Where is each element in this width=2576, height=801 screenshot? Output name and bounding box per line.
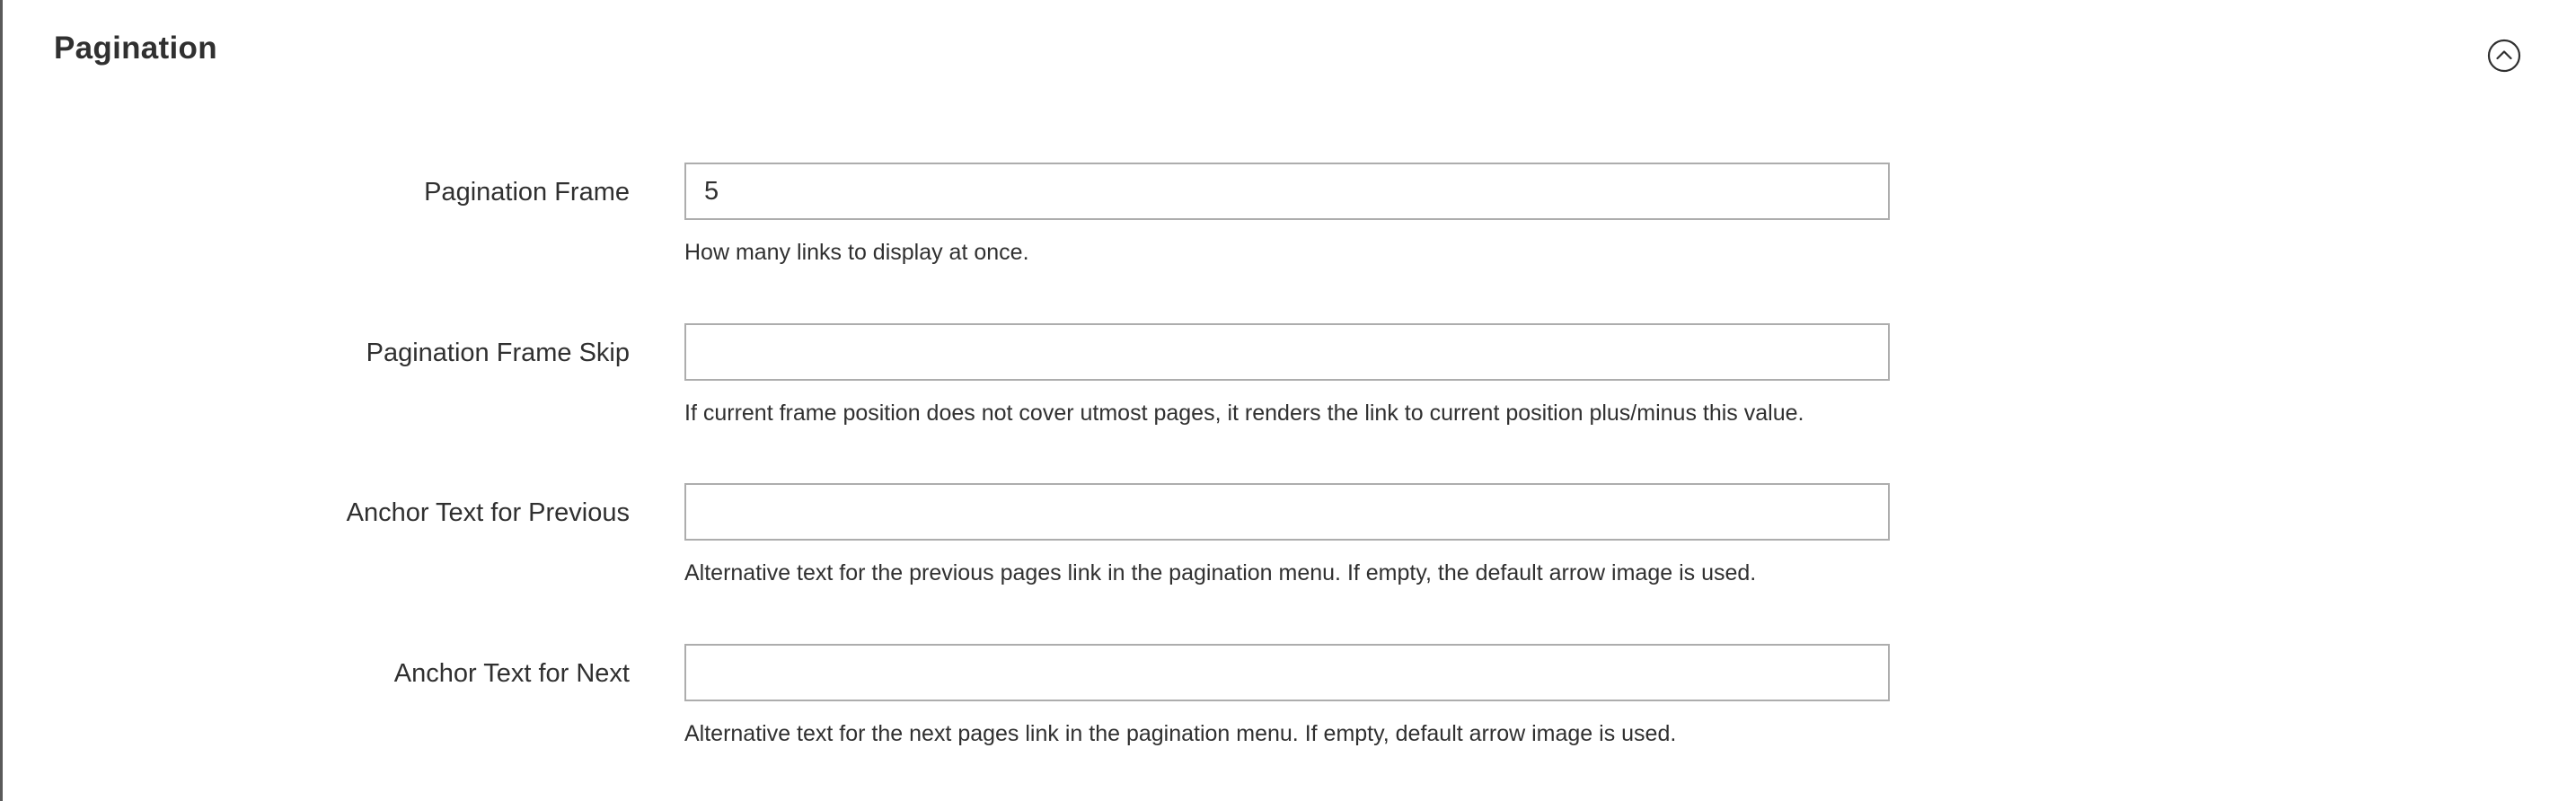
pagination-frame-skip-input[interactable]: [684, 323, 1890, 381]
panel-left-border: [0, 0, 3, 801]
anchor-text-next-input[interactable]: [684, 644, 1890, 701]
anchor-text-next-label: Anchor Text for Next: [393, 659, 630, 688]
pagination-frame-skip-label: Pagination Frame Skip: [366, 339, 630, 367]
anchor-text-previous-label: Anchor Text for Previous: [346, 498, 630, 527]
anchor-text-previous-note: Alternative text for the previous pages …: [684, 560, 1757, 585]
collapse-toggle-button[interactable]: [2486, 38, 2522, 74]
pagination-frame-input[interactable]: [684, 163, 1890, 220]
section-title: Pagination: [54, 31, 217, 66]
pagination-frame-note: How many links to display at once.: [684, 240, 1029, 265]
chevron-up-circle-icon: [2486, 38, 2522, 74]
anchor-text-next-note: Alternative text for the next pages link…: [684, 721, 1677, 746]
pagination-frame-skip-note: If current frame position does not cover…: [684, 400, 1804, 426]
pagination-frame-label: Pagination Frame: [424, 178, 630, 207]
section-header[interactable]: Pagination: [54, 27, 2522, 77]
anchor-text-previous-input[interactable]: [684, 483, 1890, 541]
